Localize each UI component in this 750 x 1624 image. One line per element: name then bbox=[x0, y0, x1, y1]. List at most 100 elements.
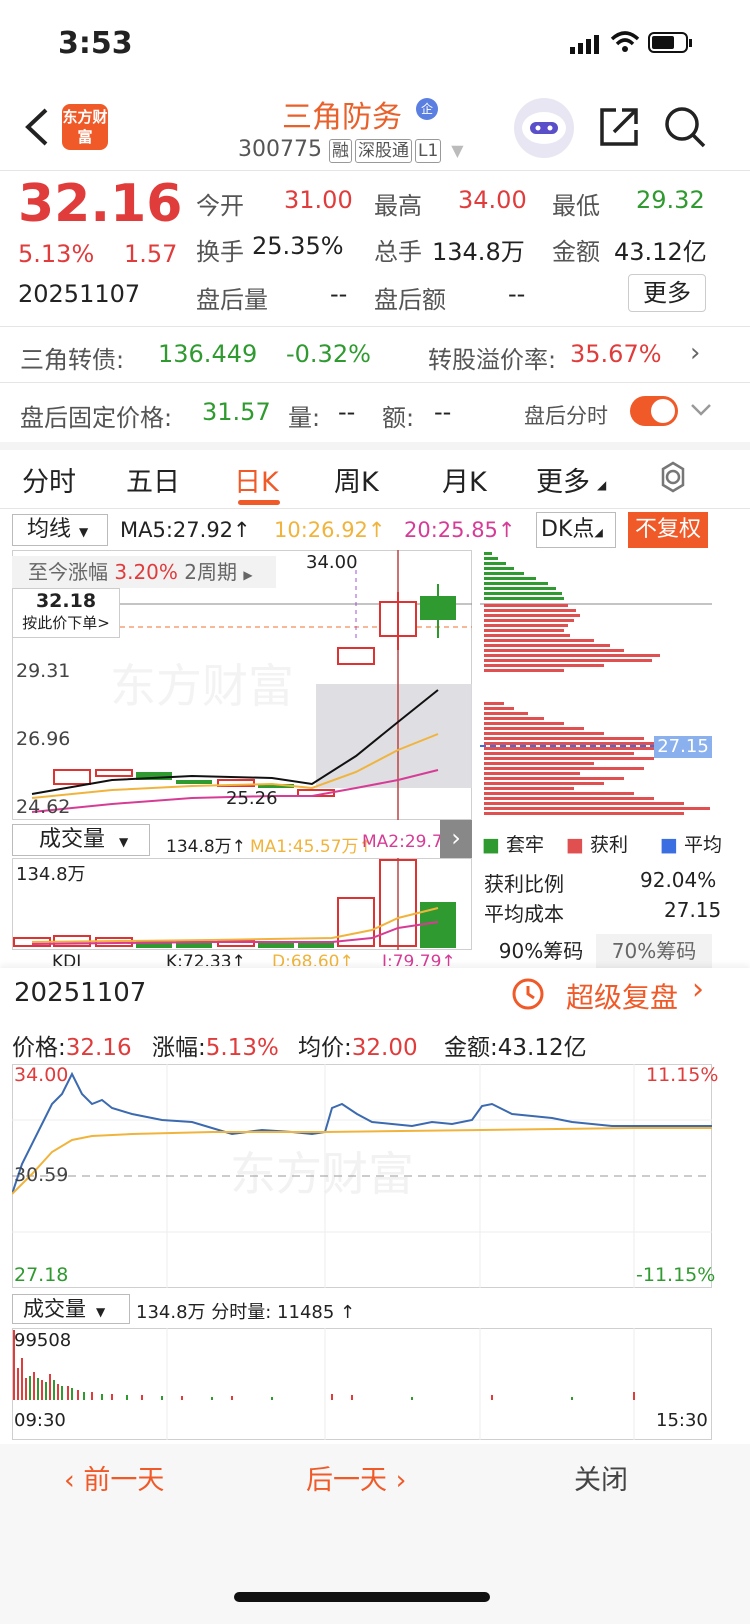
chip-tab-70[interactable]: 70%筹码 bbox=[596, 934, 712, 968]
intraday-date: 20251107 bbox=[14, 978, 147, 1008]
search-icon[interactable] bbox=[664, 106, 706, 152]
intraday-avg: 均价:32.00 bbox=[298, 1028, 418, 1062]
high-label: 最高 bbox=[374, 192, 422, 220]
chip-tab-90[interactable]: 90%筹码 bbox=[486, 934, 596, 968]
stock-name: 三角防务 bbox=[282, 100, 402, 135]
cursor-price-box[interactable]: 32.18 按此价下单> bbox=[12, 588, 120, 638]
tab-weekly-k[interactable]: 周K bbox=[334, 460, 379, 499]
ma-select[interactable]: 均线 ▼ bbox=[12, 514, 108, 546]
cursor-hint: 按此价下单> bbox=[22, 614, 110, 632]
ah-fixed-price: 31.57 bbox=[202, 398, 271, 426]
intraday-amt-value: 43.12亿 bbox=[497, 1035, 587, 1061]
vol-text: 134.8万↑ bbox=[166, 837, 246, 857]
tab-daily-k[interactable]: 日K bbox=[234, 460, 279, 499]
last-price: 32.16 bbox=[18, 174, 183, 234]
since-period: 2周期 bbox=[184, 560, 237, 584]
kdj-j: J:79.79↑ bbox=[382, 952, 456, 966]
app-logo[interactable]: 东方财富 bbox=[62, 104, 108, 150]
high-value: 34.00 bbox=[458, 186, 527, 214]
intraday-vol-select[interactable]: 成交量 ▼ bbox=[12, 1294, 130, 1324]
kdj-row[interactable]: KDJ K:72.33↑ D:68.60↑ J:79.79↑ bbox=[12, 950, 472, 966]
ma-select-label: 均线 bbox=[27, 517, 72, 542]
stock-code: 300775 融深股通 L1 ▼ bbox=[238, 137, 464, 163]
intraday-bot-pct: -11.15% bbox=[636, 1264, 716, 1286]
more-button[interactable]: 更多 bbox=[628, 274, 706, 312]
intraday-avg-value: 32.00 bbox=[351, 1035, 418, 1061]
collapse-panel-button[interactable]: › bbox=[440, 820, 472, 858]
back-icon[interactable] bbox=[22, 106, 52, 152]
intraday-bot: 27.18 bbox=[14, 1264, 69, 1286]
bond-label: 三角转债: bbox=[20, 346, 125, 374]
ma10-label: 10:26.92↑ bbox=[274, 518, 386, 542]
change-amount: 1.57 bbox=[124, 240, 178, 268]
profit-ratio-value: 92.04% bbox=[640, 868, 717, 892]
vol-ma1: MA1:45.57万↑ bbox=[250, 837, 373, 857]
ah-amount-label: 盘后额 bbox=[374, 286, 446, 314]
ah-volume-label: 盘后量 bbox=[196, 286, 268, 314]
vol-select[interactable]: 成交量 ▼ bbox=[12, 824, 150, 856]
tab-five-day[interactable]: 五日 bbox=[126, 460, 180, 499]
premium-label: 转股溢价率: bbox=[428, 346, 557, 374]
low-value: 29.32 bbox=[636, 186, 705, 214]
since-box[interactable]: 至今涨幅 3.20% 2周期 ▶ bbox=[12, 556, 276, 588]
volume-value: 134.8万 bbox=[432, 238, 525, 266]
next-day-button[interactable]: 后一天 › bbox=[306, 1458, 406, 1497]
amount-value: 43.12亿 bbox=[614, 238, 707, 266]
intraday-avg-label: 均价: bbox=[298, 1035, 352, 1061]
turnover-value: 25.35% bbox=[252, 232, 344, 260]
ah-toggle[interactable] bbox=[630, 396, 678, 426]
settings-icon[interactable] bbox=[656, 460, 690, 498]
tab-more[interactable]: 更多 bbox=[536, 460, 590, 499]
legend-profit-label: 获利 bbox=[590, 834, 629, 856]
stock-code-text: 300775 bbox=[238, 137, 322, 162]
dk-point-button[interactable]: DK点◢ bbox=[536, 512, 616, 548]
intraday-pct: 涨幅:5.13% bbox=[152, 1028, 279, 1062]
intraday-mid: 30.59 bbox=[14, 1164, 69, 1186]
bond-pct: -0.32% bbox=[286, 340, 371, 368]
intraday-svg bbox=[12, 1064, 712, 1288]
dropdown-icon[interactable]: ▼ bbox=[451, 141, 463, 160]
history-icon[interactable] bbox=[510, 976, 546, 1016]
intraday-vol-select-label: 成交量 bbox=[23, 1297, 86, 1321]
ah-amt-label: 额: bbox=[382, 404, 415, 432]
volume-label: 总手 bbox=[374, 238, 422, 266]
open-label: 今开 bbox=[196, 192, 244, 220]
legend-profit: ■ 获利 bbox=[566, 834, 629, 856]
home-indicator bbox=[234, 1592, 490, 1602]
intraday-amt-label: 金额: bbox=[444, 1035, 498, 1061]
bond-chevron-icon[interactable]: › bbox=[690, 338, 700, 368]
low-label: 最低 bbox=[552, 192, 600, 220]
ah-toggle-label: 盘后分时 bbox=[524, 404, 608, 428]
ma20-label: 20:25.85↑ bbox=[404, 518, 516, 542]
intraday-vol-text: 134.8万 分时量: 11485 ↑ bbox=[136, 1302, 356, 1323]
expand-chevron-icon[interactable] bbox=[690, 402, 712, 422]
since-value: 3.20% bbox=[114, 560, 178, 584]
kdj-select[interactable]: KDJ bbox=[52, 952, 81, 966]
super-review-link[interactable]: 超级复盘 bbox=[566, 976, 678, 1016]
legend-trapped-label: 套牢 bbox=[506, 834, 545, 856]
open-value: 31.00 bbox=[284, 186, 353, 214]
intraday-pct-value: 5.13% bbox=[205, 1035, 279, 1061]
ah-vol-label: 量: bbox=[288, 404, 321, 432]
legend-trapped: ■ 套牢 bbox=[482, 834, 545, 856]
premium-value: 35.67% bbox=[570, 340, 662, 368]
super-review-chevron-icon[interactable]: › bbox=[692, 972, 704, 1007]
tab-monthly-k[interactable]: 月K bbox=[442, 460, 487, 499]
intraday-price-label: 价格: bbox=[12, 1035, 66, 1061]
status-time: 3:53 bbox=[58, 26, 133, 61]
vol-select-label: 成交量 bbox=[39, 827, 106, 852]
prev-day-button[interactable]: ‹ 前一天 bbox=[64, 1458, 164, 1497]
intraday-top-pct: 11.15% bbox=[646, 1064, 719, 1086]
robot-avatar[interactable] bbox=[514, 98, 574, 158]
share-icon[interactable] bbox=[598, 106, 640, 152]
next-day-label: 后一天 bbox=[306, 1465, 387, 1496]
close-button[interactable]: 关闭 bbox=[574, 1458, 628, 1497]
intraday-pct-label: 涨幅: bbox=[152, 1035, 206, 1061]
kline-y1: 29.31 bbox=[16, 660, 71, 682]
tab-active-indicator bbox=[238, 500, 280, 505]
kline-y2: 26.96 bbox=[16, 728, 71, 750]
ma5-label: MA5:27.92↑ bbox=[120, 518, 251, 542]
adjust-button[interactable]: 不复权 bbox=[628, 512, 708, 548]
ah-volume-value: -- bbox=[330, 280, 348, 308]
tab-intraday[interactable]: 分时 bbox=[22, 460, 76, 499]
